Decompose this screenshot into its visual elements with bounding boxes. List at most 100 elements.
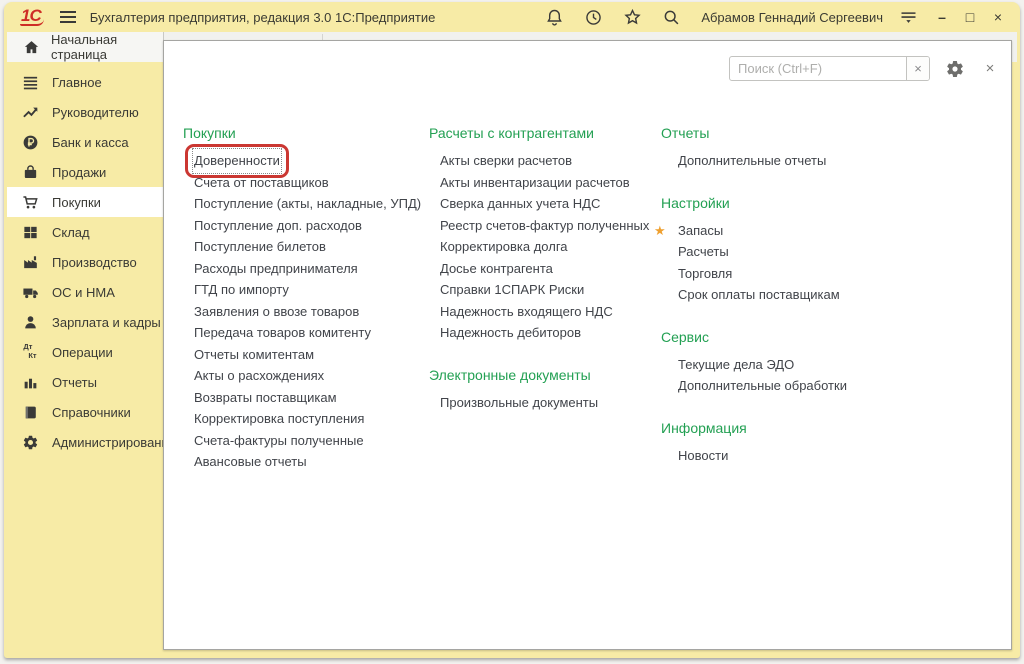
sidebar-item-glavnoe[interactable]: Главное xyxy=(7,67,164,97)
onec-logo: 1С xyxy=(20,8,44,26)
maximize-button[interactable]: □ xyxy=(956,2,984,32)
history-icon[interactable] xyxy=(583,7,604,28)
menu-item-label: Поступление доп. расходов xyxy=(194,215,362,237)
menu-item[interactable]: Отчеты комитентам xyxy=(183,344,425,366)
menu-item[interactable]: Произвольные документы xyxy=(429,392,659,414)
sidebar-item-pokupki[interactable]: Покупки xyxy=(7,187,164,217)
menu-column-3: Отчеты Дополнительные отчеты Настройки ★… xyxy=(661,125,913,489)
menu-item[interactable]: Реестр счетов-фактур полученных xyxy=(429,215,659,237)
menu-item[interactable]: Новости xyxy=(661,445,913,467)
sidebar-item-label: Справочники xyxy=(52,405,131,420)
menu-item-label: Корректировка поступления xyxy=(194,408,364,430)
sidebar-item-rukovoditelyu[interactable]: Руководителю xyxy=(7,97,164,127)
sidebar-item-label: Руководителю xyxy=(52,105,139,120)
menu-item[interactable]: Сверка данных учета НДС xyxy=(429,193,659,215)
sidebar-item-label: Продажи xyxy=(52,165,106,180)
app-window: 1С Бухгалтерия предприятия, редакция 3.0… xyxy=(4,2,1020,658)
panel-close-icon[interactable]: × xyxy=(982,60,998,77)
menu-item[interactable]: Досье контрагента xyxy=(429,258,659,280)
menu-item-label: Счета-фактуры полученные xyxy=(194,430,364,452)
menu-item-label: Передача товаров комитенту xyxy=(194,322,371,344)
menu-item[interactable]: Акты сверки расчетов xyxy=(429,150,659,172)
global-search-icon[interactable] xyxy=(661,7,682,28)
menu-item[interactable]: Возвраты поставщикам xyxy=(183,387,425,409)
sidebar-item-label: Производство xyxy=(52,255,137,270)
menu-item[interactable]: Счета-фактуры полученные xyxy=(183,430,425,452)
menu-item[interactable]: Счета от поставщиков xyxy=(183,172,425,194)
menu-item[interactable]: Надежность дебиторов xyxy=(429,322,659,344)
menu-item[interactable]: Торговля xyxy=(661,263,913,285)
menu-item-label: Надежность дебиторов xyxy=(440,322,581,344)
menu-item[interactable]: ГТД по импорту xyxy=(183,279,425,301)
sidebar-item-prodazhi[interactable]: Продажи xyxy=(7,157,164,187)
menu-item-label: Произвольные документы xyxy=(440,392,598,414)
search-input[interactable] xyxy=(730,57,906,80)
menu-item[interactable]: Поступление (акты, накладные, УПД) xyxy=(183,193,425,215)
group-title: Расчеты с контрагентами xyxy=(429,125,659,141)
menu-item[interactable]: Заявления о ввозе товаров xyxy=(183,301,425,323)
menu-item[interactable]: Корректировка долга xyxy=(429,236,659,258)
menu-item[interactable]: Корректировка поступления xyxy=(183,408,425,430)
menu-item-highlighted[interactable]: Доверенности xyxy=(183,150,425,172)
menu-item[interactable]: Срок оплаты поставщикам xyxy=(661,284,913,306)
menu-group: Информация Новости xyxy=(661,420,913,467)
group-title: Сервис xyxy=(661,329,913,345)
menu-item[interactable]: Поступление билетов xyxy=(183,236,425,258)
sidebar-item-otchety[interactable]: Отчеты xyxy=(7,367,164,397)
window-title: Бухгалтерия предприятия, редакция 3.0 1С… xyxy=(90,10,436,25)
menu-item-label: ГТД по импорту xyxy=(194,279,289,301)
group-title: Электронные документы xyxy=(429,367,659,383)
menu-group: Отчеты Дополнительные отчеты xyxy=(661,125,913,172)
sidebar-item-administrirovanie[interactable]: Администрирование xyxy=(7,427,164,457)
menu-column-2: Расчеты с контрагентами Акты сверки расч… xyxy=(429,125,659,436)
menu-item[interactable]: Расчеты xyxy=(661,241,913,263)
menu-item-label: Поступление билетов xyxy=(194,236,326,258)
menu-item[interactable]: ★Запасы xyxy=(661,220,913,242)
menu-item-label: Акты о расхождениях xyxy=(194,365,324,387)
panel-search-row: × × xyxy=(729,56,998,81)
truck-icon xyxy=(21,283,39,301)
menu-item[interactable]: Поступление доп. расходов xyxy=(183,215,425,237)
menu-item[interactable]: Текущие дела ЭДО xyxy=(661,354,913,376)
menu-item[interactable]: Дополнительные отчеты xyxy=(661,150,913,172)
search-clear-icon[interactable]: × xyxy=(906,57,929,80)
sidebar-item-operacii[interactable]: ДтКт Операции xyxy=(7,337,164,367)
sidebar-item-os-i-nma[interactable]: ОС и НМА xyxy=(7,277,164,307)
menu-group: Покупки Доверенности Счета от поставщико… xyxy=(183,125,425,473)
menu-item-label: Заявления о ввозе товаров xyxy=(194,301,359,323)
tab-home-page[interactable]: Начальная страница xyxy=(7,32,164,62)
current-user[interactable]: Абрамов Геннадий Сергеевич xyxy=(701,10,883,25)
menu-item-label: Дополнительные отчеты xyxy=(678,150,826,172)
menu-item[interactable]: Надежность входящего НДС xyxy=(429,301,659,323)
menu-item[interactable]: Акты о расхождениях xyxy=(183,365,425,387)
notifications-bell-icon[interactable] xyxy=(544,7,565,28)
menu-item[interactable]: Расходы предпринимателя xyxy=(183,258,425,280)
service-menu-icon[interactable] xyxy=(898,7,919,28)
title-bar: 1С Бухгалтерия предприятия, редакция 3.0… xyxy=(4,2,1020,32)
menu-group: Электронные документы Произвольные докум… xyxy=(429,367,659,414)
menu-item[interactable]: Акты инвентаризации расчетов xyxy=(429,172,659,194)
menu-item-label: Справки 1СПАРК Риски xyxy=(440,279,584,301)
sidebar-item-spravochniki[interactable]: Справочники xyxy=(7,397,164,427)
close-button[interactable]: × xyxy=(984,2,1012,32)
main-menu-icon[interactable] xyxy=(58,7,78,27)
sidebar-item-zarplata-i-kadry[interactable]: Зарплата и кадры xyxy=(7,307,164,337)
bag-icon xyxy=(21,163,39,181)
factory-icon xyxy=(21,253,39,271)
menu-item[interactable]: Справки 1СПАРК Риски xyxy=(429,279,659,301)
menu-item[interactable]: Дополнительные обработки xyxy=(661,375,913,397)
home-icon xyxy=(22,38,40,56)
menu-item-label: Поступление (акты, накладные, УПД) xyxy=(194,193,421,215)
sidebar-item-proizvodstvo[interactable]: Производство xyxy=(7,247,164,277)
sidebar-item-bank-i-kassa[interactable]: Банк и касса xyxy=(7,127,164,157)
favorites-star-icon[interactable] xyxy=(622,7,643,28)
settings-gear-icon[interactable] xyxy=(945,59,965,79)
menu-column-1: Покупки Доверенности Счета от поставщико… xyxy=(183,125,425,496)
menu-item[interactable]: Передача товаров комитенту xyxy=(183,322,425,344)
minimize-button[interactable]: – xyxy=(928,2,956,32)
section-menu-panel: × × Покупки Доверенности Счета от постав… xyxy=(163,40,1012,650)
menu-item-label: Счета от поставщиков xyxy=(194,172,329,194)
menu-item[interactable]: Авансовые отчеты xyxy=(183,451,425,473)
menu-item-label: Авансовые отчеты xyxy=(194,451,307,473)
sidebar-item-sklad[interactable]: Склад xyxy=(7,217,164,247)
